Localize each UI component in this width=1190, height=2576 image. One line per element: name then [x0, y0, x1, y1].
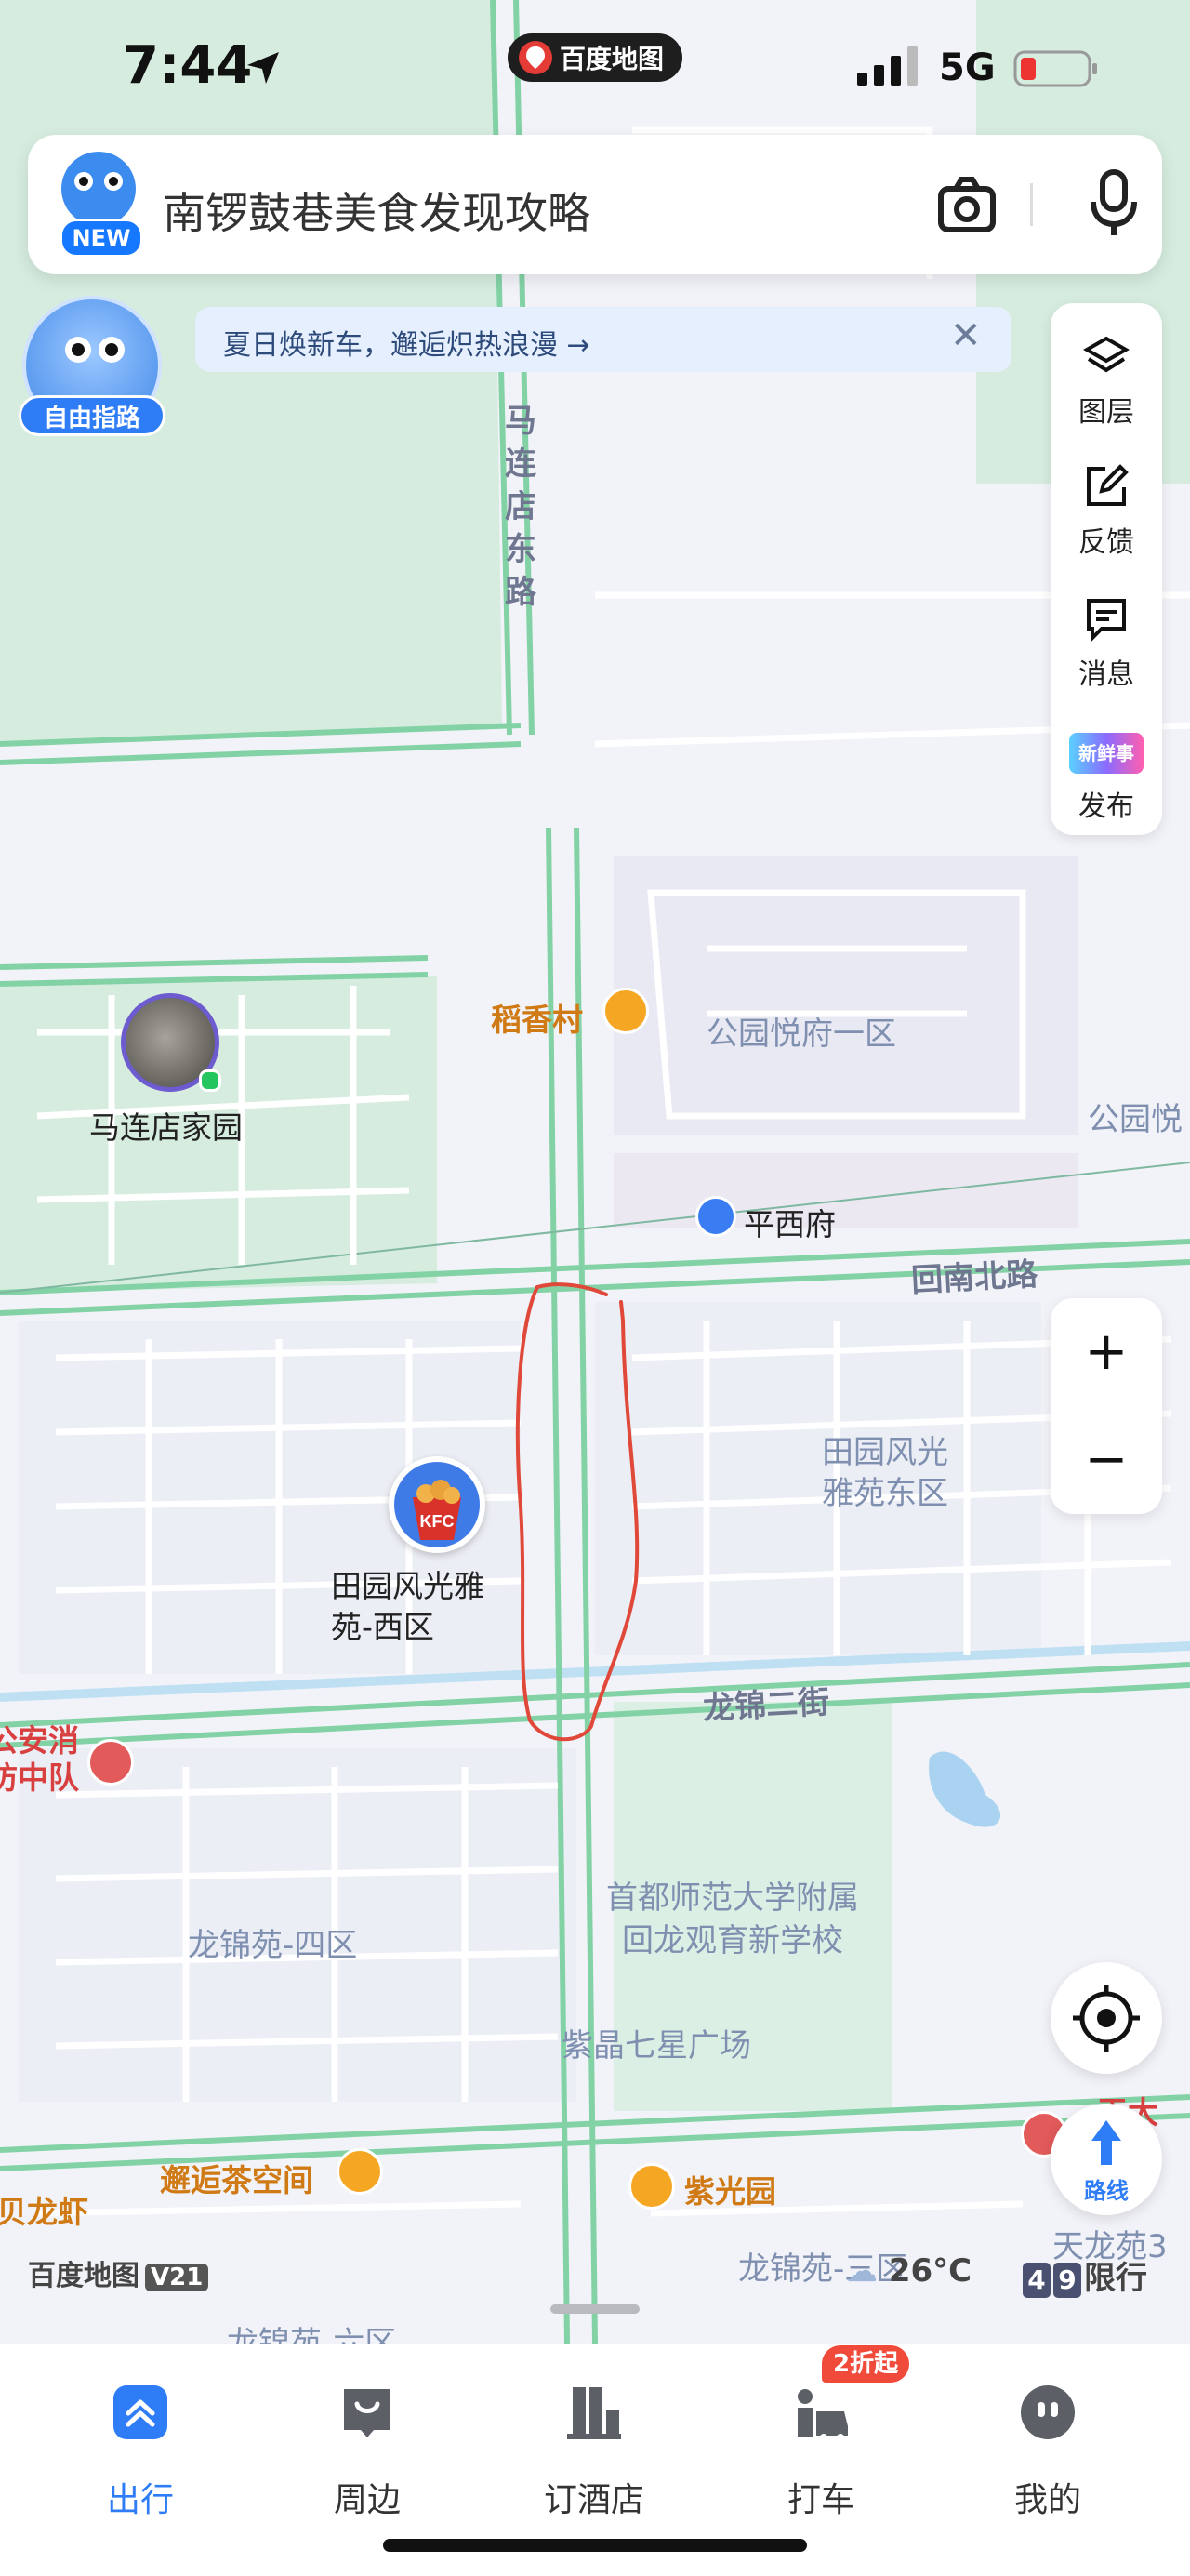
kfc-bucket-icon: KFC	[394, 1462, 480, 1547]
signal-icon	[857, 46, 918, 86]
message-label: 消息	[1078, 658, 1134, 691]
zoom-in-button[interactable]: +	[1051, 1298, 1162, 1406]
location-arrow-icon	[247, 52, 279, 84]
notice-close-icon[interactable]: ✕	[950, 314, 982, 357]
mascot-icon[interactable]	[61, 152, 136, 226]
publish-label: 发布	[1078, 790, 1134, 823]
profile-icon	[1021, 2385, 1075, 2439]
app-pill[interactable]: 百度地图	[508, 33, 682, 82]
area-label-gongyuan-partial[interactable]: 公园悦	[1088, 1094, 1183, 1139]
poi-xiehou-marker[interactable]	[337, 2148, 383, 2195]
travel-icon	[113, 2385, 167, 2439]
limit-label: 限行	[1084, 2260, 1147, 2297]
poi-daoxiangcun-label[interactable]: 稻香村	[491, 995, 583, 1040]
tab-profile-label: 我的	[1013, 2481, 1081, 2519]
area-label-zijing[interactable]: 紫晶七星广场	[562, 2020, 751, 2065]
network-type: 5G	[939, 46, 996, 89]
area-label-gongyuan-yuefu[interactable]: 公园悦府一区	[707, 1008, 896, 1054]
road-label-long-jin-2: 龙锦二街	[702, 1683, 831, 1728]
area-label-tianyuan-west[interactable]: 田园风光雅 苑-西区	[331, 1566, 484, 1648]
microphone-icon[interactable]	[1088, 168, 1140, 239]
svg-text:KFC: KFC	[420, 1512, 455, 1531]
route-arrow-icon	[1091, 2120, 1121, 2165]
free-guide-label[interactable]: 自由指路	[19, 395, 165, 436]
feedback-button[interactable]: 反馈	[1051, 443, 1162, 573]
map-watermark: 百度地图 V21	[28, 2252, 209, 2293]
new-badge: NEW	[60, 219, 143, 258]
message-icon	[1087, 599, 1126, 642]
kfc-marker[interactable]: KFC	[389, 1456, 485, 1553]
nearby-icon	[344, 2389, 390, 2437]
tab-nearby-label: 周边	[333, 2481, 401, 2519]
app-pill-label: 百度地图	[560, 44, 665, 74]
weather-temp: 26°C	[888, 2252, 972, 2290]
side-toolbar: 图层 反馈 消息 新鲜事 发布	[1051, 303, 1162, 835]
poi-fire-marker[interactable]	[87, 1739, 134, 1786]
status-bar: 7:44 百度地图 5G	[0, 0, 1190, 139]
weather-cloud-icon: ☁	[846, 2252, 878, 2290]
search-separator	[1030, 183, 1033, 226]
limit-plate-2: 9	[1053, 2263, 1081, 2298]
home-indicator[interactable]	[383, 2539, 807, 2552]
traffic-limit-widget[interactable]: 4 9 限行	[1023, 2252, 1147, 2298]
layers-button[interactable]: 图层	[1051, 312, 1162, 443]
watermark-brand: 百度地图	[28, 2260, 139, 2292]
poi-shrimp-label[interactable]: 贝龙虾	[0, 2187, 88, 2232]
notice-text[interactable]: 夏日焕新车，邂逅炽热浪漫 →	[223, 322, 590, 363]
poi-ziguang-marker[interactable]	[628, 2163, 675, 2210]
publish-button[interactable]: 新鲜事 发布	[1051, 707, 1162, 837]
message-button[interactable]: 消息	[1051, 575, 1162, 705]
road-label-hui-nan-bei: 回南北路	[910, 1255, 1039, 1300]
drawer-handle[interactable]	[550, 2304, 640, 2314]
locate-button[interactable]	[1051, 1962, 1162, 2074]
area-label-ma-lian-dian-home[interactable]: 马连店家园	[89, 1103, 243, 1148]
crosshair-icon	[1073, 1985, 1140, 2052]
watermark-version: V21	[145, 2264, 209, 2291]
poi-xiehou-label[interactable]: 邂逅茶空间	[160, 2156, 313, 2200]
taxi-promo-badge: 2折起	[822, 2345, 910, 2383]
zoom-out-button[interactable]: −	[1051, 1406, 1162, 1514]
zoom-control: + −	[1051, 1298, 1162, 1514]
poi-pingxifu-marker[interactable]	[695, 1196, 736, 1237]
feedback-label: 反馈	[1078, 526, 1134, 559]
poi-pingxifu-label[interactable]: 平西府	[744, 1200, 836, 1244]
camera-icon[interactable]	[937, 170, 997, 239]
limit-plate-1: 4	[1023, 2263, 1051, 2298]
status-time: 7:44	[123, 35, 253, 96]
layers-icon	[1083, 336, 1130, 373]
area-label-long-jin-4[interactable]: 龙锦苑-四区	[188, 1919, 357, 1965]
tab-hotel-label: 订酒店	[543, 2481, 644, 2519]
route-button[interactable]: 路线	[1051, 2104, 1162, 2215]
route-label: 路线	[1084, 2178, 1129, 2204]
search-bar[interactable]: NEW 南锣鼓巷美食发现攻略	[28, 135, 1162, 274]
poi-ziguang-label[interactable]: 紫光园	[684, 2167, 776, 2211]
search-input[interactable]: 南锣鼓巷美食发现攻略	[163, 179, 590, 241]
weather-widget[interactable]: ☁ 26°C	[846, 2252, 972, 2290]
tab-travel-label: 出行	[106, 2481, 174, 2519]
area-label-tianyuan-east[interactable]: 田园风光 雅苑东区	[822, 1432, 948, 1514]
poi-daoxiangcun-marker[interactable]	[602, 988, 649, 1034]
publish-icon: 新鲜事	[1069, 733, 1144, 774]
publish-badge: 新鲜事	[1078, 742, 1134, 764]
area-label-fire-station[interactable]: 公安消 防中队	[0, 1722, 79, 1797]
battery-icon	[1013, 50, 1097, 87]
hotel-icon	[567, 2387, 621, 2439]
road-label-ma-lian-dian-east: 马 连 店 东 路	[505, 403, 536, 611]
home-online-dot	[199, 1069, 221, 1092]
tab-taxi-label: 打车	[787, 2481, 854, 2519]
layers-label: 图层	[1078, 396, 1134, 429]
promo-notice[interactable]: 夏日焕新车，邂逅炽热浪漫 → ✕	[195, 307, 1012, 372]
feedback-icon	[1087, 464, 1129, 506]
taxi-icon	[798, 2389, 848, 2441]
baidu-map-icon	[519, 41, 552, 74]
area-label-school[interactable]: 首都师范大学附属 回龙观育新学校	[606, 1877, 859, 1962]
